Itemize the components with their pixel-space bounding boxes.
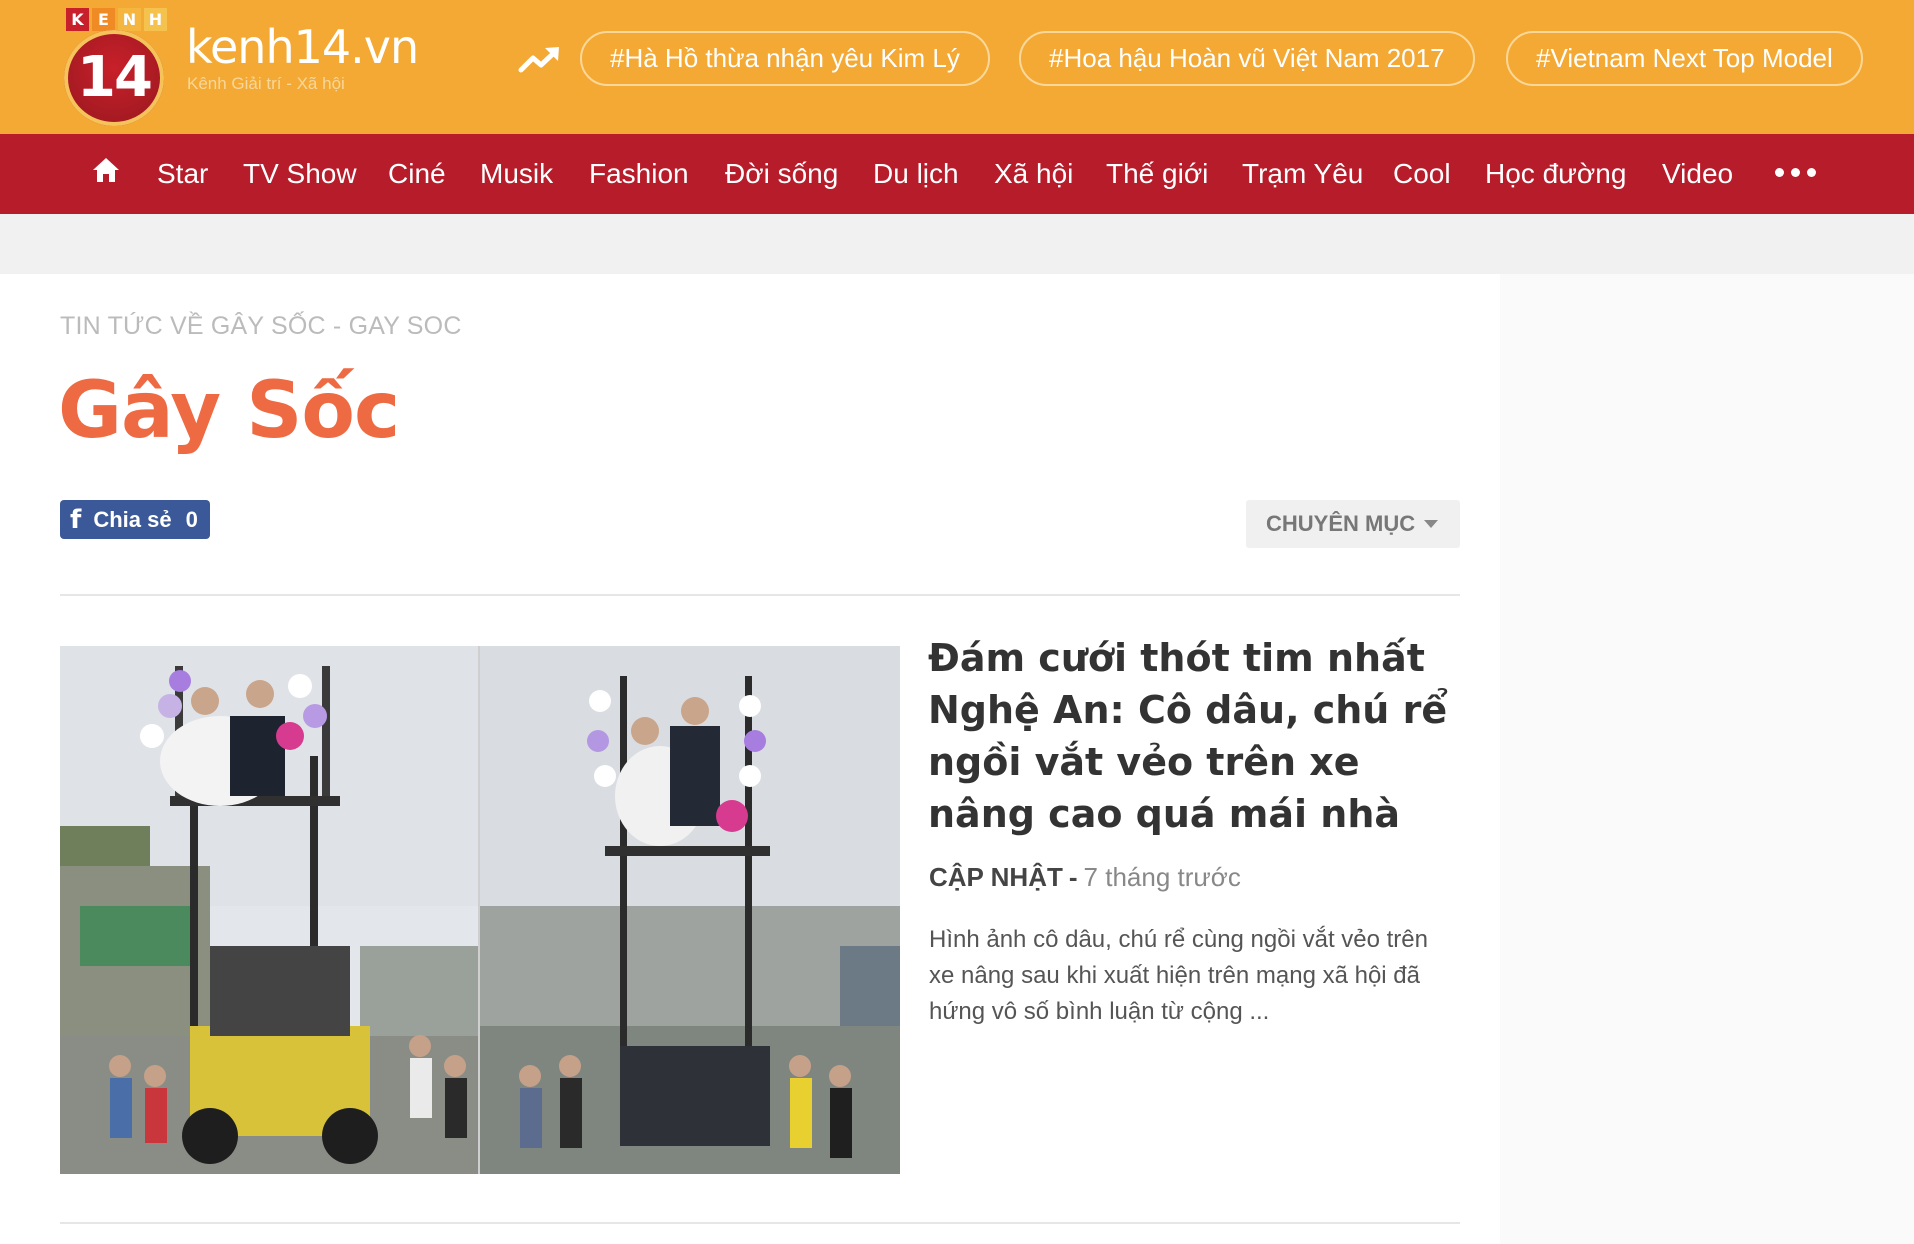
article-category[interactable]: CẬP NHẬT bbox=[929, 862, 1063, 892]
nav-item-hoc-duong[interactable]: Học đường bbox=[1485, 134, 1626, 214]
category-dropdown[interactable]: CHUYÊN MỤC bbox=[1246, 500, 1460, 548]
divider bbox=[60, 1222, 1460, 1224]
nav-item-the-gioi[interactable]: Thế giới bbox=[1106, 134, 1208, 214]
breadcrumb: TIN TỨC VỀ GÂY SỐC - GAY SOC bbox=[60, 312, 462, 340]
article-meta: CẬP NHẬT -7 tháng trước bbox=[929, 862, 1241, 893]
home-icon[interactable] bbox=[92, 156, 120, 184]
sidebar bbox=[1500, 274, 1914, 1244]
nav-item-tram-yeu[interactable]: Trạm Yêu bbox=[1242, 134, 1363, 214]
divider bbox=[60, 594, 1460, 596]
article-thumbnail[interactable] bbox=[60, 646, 900, 1174]
site-name[interactable]: kenh14.vn bbox=[186, 20, 419, 74]
meta-separator: - bbox=[1068, 862, 1078, 892]
trending-icon bbox=[518, 47, 559, 73]
nav-item-musik[interactable]: Musik bbox=[480, 134, 553, 214]
nav-item-star[interactable]: Star bbox=[157, 134, 208, 214]
logo-letter: E bbox=[92, 8, 115, 31]
article-time: 7 tháng trước bbox=[1083, 862, 1241, 892]
nav-item-doi-song[interactable]: Đời sống bbox=[725, 134, 838, 214]
trending-tag[interactable]: #Vietnam Next Top Model bbox=[1506, 31, 1863, 86]
article-excerpt: Hình ảnh cô dâu, chú rể cùng ngồi vắt vẻ… bbox=[929, 926, 1428, 1025]
facebook-icon: f bbox=[70, 504, 82, 535]
caret-down-icon bbox=[1424, 520, 1438, 528]
site-tagline: Kênh Giải trí - Xã hội bbox=[187, 74, 345, 93]
logo-letter: N bbox=[118, 8, 141, 31]
nav-item-video[interactable]: Video bbox=[1662, 134, 1733, 214]
nav-item-tv-show[interactable]: TV Show bbox=[243, 134, 357, 214]
trending-tag[interactable]: #Hà Hồ thừa nhận yêu Kim Lý bbox=[580, 31, 990, 86]
nav-item-cool[interactable]: Cool bbox=[1393, 134, 1451, 214]
facebook-share-button[interactable]: f Chia sẻ 0 bbox=[60, 500, 210, 539]
site-logo[interactable]: K E N H 14 bbox=[62, 8, 168, 126]
article-title[interactable]: Đám cưới thót tim nhất Nghệ An: Cô dâu, … bbox=[928, 632, 1468, 840]
nav-item-fashion[interactable]: Fashion bbox=[589, 134, 689, 214]
page-title: Gây Sốc bbox=[58, 366, 400, 456]
more-icon[interactable] bbox=[1775, 168, 1816, 177]
nav-item-du-lich[interactable]: Du lịch bbox=[873, 134, 959, 214]
share-label: Chia sẻ bbox=[93, 506, 172, 532]
logo-letter: H bbox=[144, 8, 167, 31]
category-dropdown-label: CHUYÊN MỤC bbox=[1266, 511, 1416, 536]
nav-item-xa-hoi[interactable]: Xã hội bbox=[994, 134, 1073, 214]
logo-letters: K E N H bbox=[66, 8, 167, 31]
logo-number: 14 bbox=[77, 45, 153, 110]
nav-item-cine[interactable]: Ciné bbox=[388, 134, 446, 214]
logo-letter: K bbox=[66, 8, 89, 31]
trending-tag[interactable]: #Hoa hậu Hoàn vũ Việt Nam 2017 bbox=[1019, 31, 1475, 86]
share-count: 0 bbox=[185, 506, 198, 532]
